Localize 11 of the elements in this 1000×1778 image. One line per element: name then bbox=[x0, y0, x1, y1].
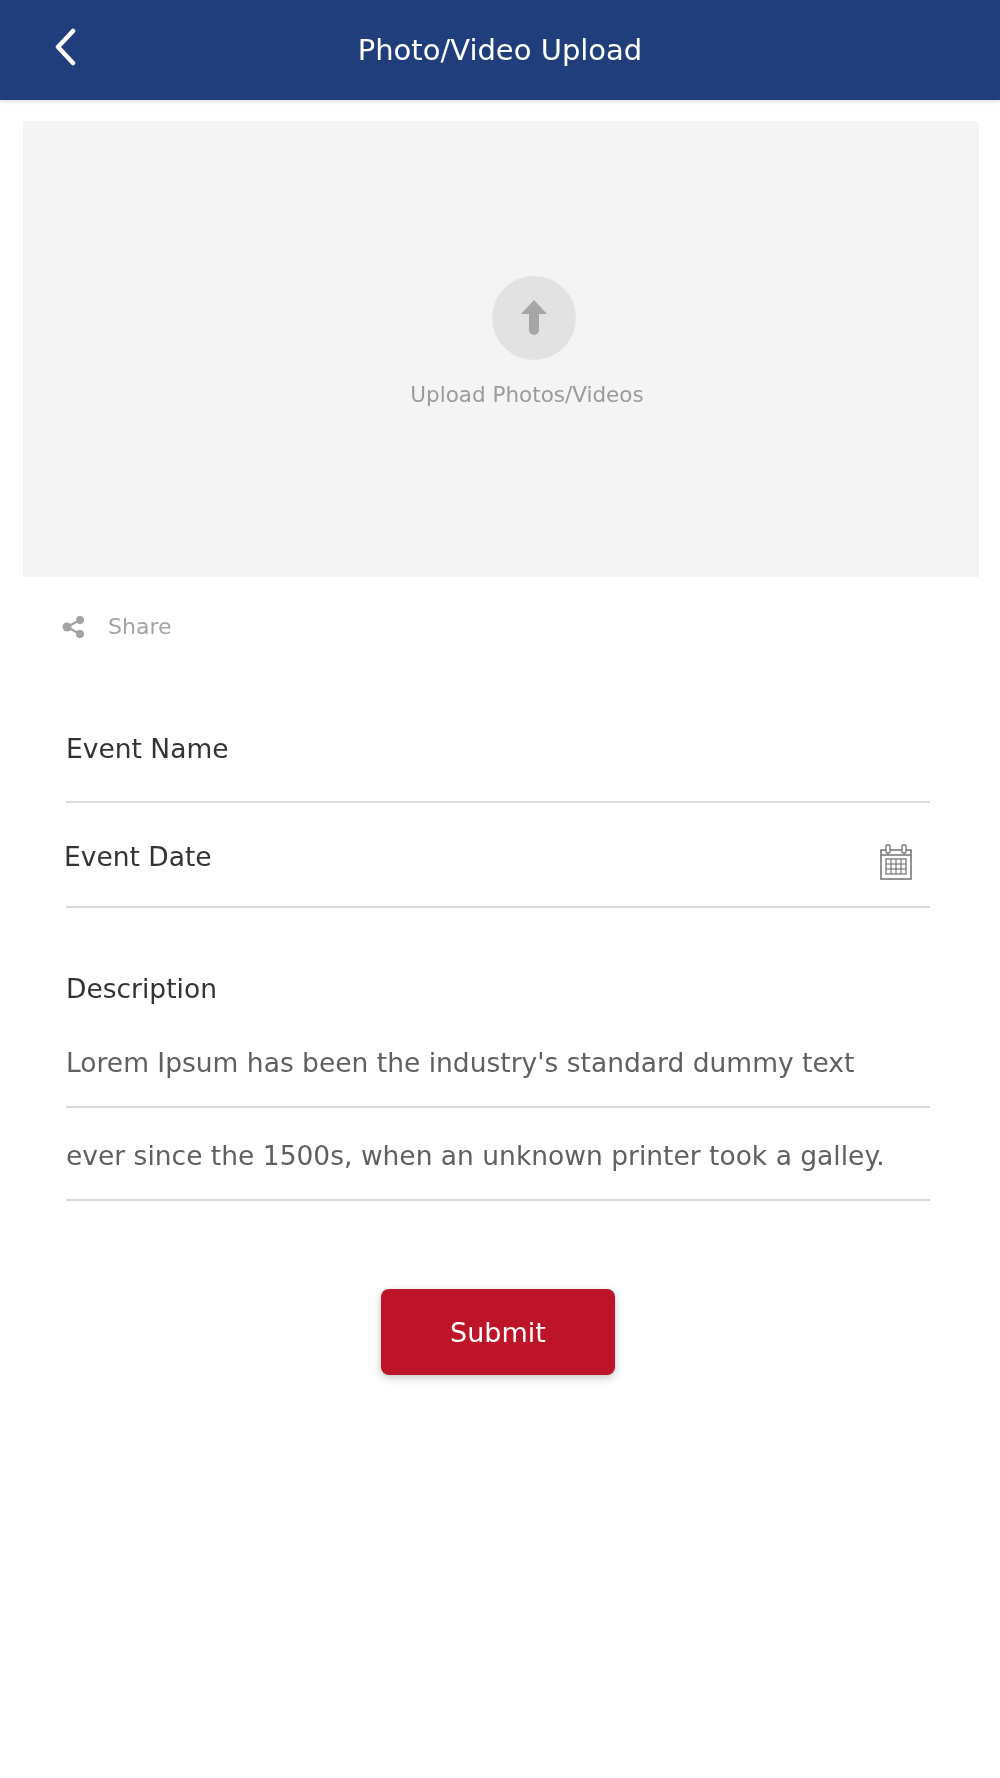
event-date-field[interactable]: Event Date bbox=[64, 832, 856, 882]
description-label: Description bbox=[66, 972, 217, 1006]
page-title: Photo/Video Upload bbox=[357, 32, 643, 69]
description-field[interactable]: Lorem Ipsum has been the industry's standard dummy text ever since the 1500s, when an unknown printer took a galley. bbox=[66, 1015, 930, 1201]
share-icon[interactable] bbox=[62, 616, 85, 638]
event-name-field[interactable]: Event Name bbox=[66, 723, 930, 803]
calendar-icon[interactable] bbox=[880, 844, 912, 880]
upload-label: Upload Photos/Videos bbox=[410, 382, 644, 408]
submit-button[interactable]: Submit bbox=[381, 1289, 615, 1375]
upload-icon bbox=[492, 276, 576, 360]
back-icon[interactable] bbox=[53, 28, 77, 66]
